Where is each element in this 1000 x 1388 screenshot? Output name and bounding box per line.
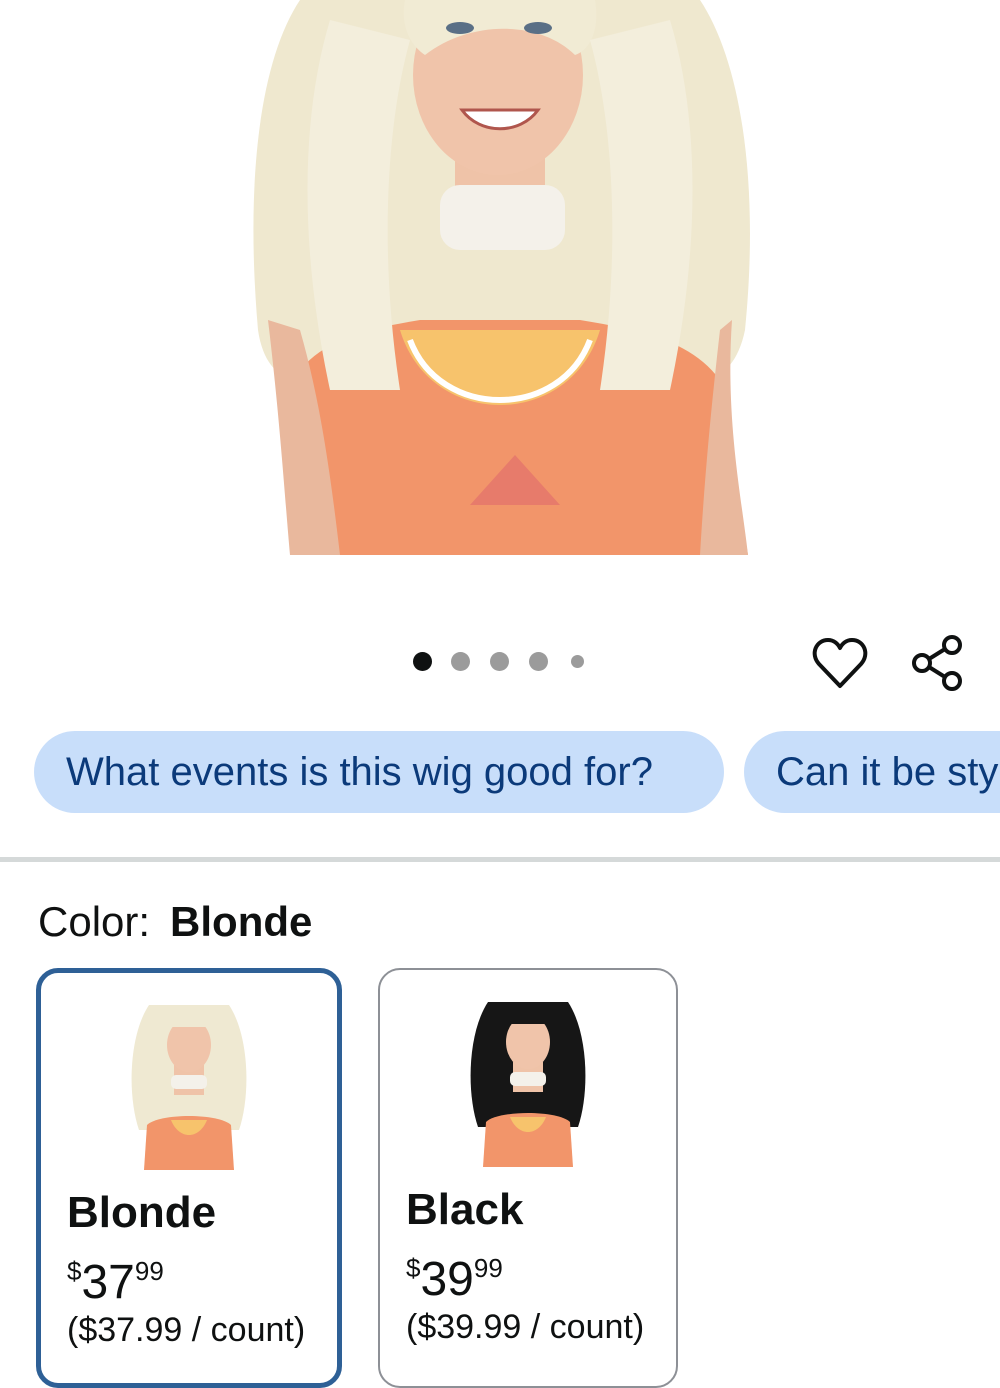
swatch-price: $3799 bbox=[67, 1243, 164, 1311]
swatch-price: $3999 bbox=[406, 1240, 503, 1308]
carousel-dot[interactable] bbox=[490, 652, 509, 671]
swatch-unit-price: ($39.99 / count) bbox=[406, 1308, 645, 1346]
suggestion-chip[interactable]: Can it be sty bbox=[744, 731, 1000, 813]
favorite-button[interactable] bbox=[812, 636, 868, 690]
swatch-name: Black bbox=[406, 1185, 524, 1234]
price-cents: 99 bbox=[134, 1256, 164, 1286]
swatch-thumbnail bbox=[131, 1005, 247, 1170]
share-button[interactable] bbox=[910, 634, 964, 692]
heart-icon bbox=[812, 638, 868, 688]
price-whole: 37 bbox=[81, 1256, 135, 1309]
carousel-dot[interactable] bbox=[413, 652, 432, 671]
carousel-dot[interactable] bbox=[571, 655, 584, 668]
color-swatch-blonde[interactable]: Blonde $3799 ($37.99 / count) bbox=[36, 968, 342, 1388]
suggestion-chip[interactable]: What events is this wig good for? bbox=[34, 731, 724, 813]
product-photo bbox=[0, 0, 1000, 600]
price-currency: $ bbox=[406, 1253, 421, 1283]
swatch-name: Blonde bbox=[67, 1188, 217, 1237]
section-divider bbox=[0, 857, 1000, 862]
swatch-thumbnail bbox=[470, 1002, 586, 1167]
price-whole: 39 bbox=[420, 1253, 474, 1306]
carousel-dot[interactable] bbox=[529, 652, 548, 671]
price-cents: 99 bbox=[473, 1253, 503, 1283]
product-image[interactable] bbox=[0, 0, 1000, 600]
carousel-dot[interactable] bbox=[451, 652, 470, 671]
price-currency: $ bbox=[67, 1256, 82, 1286]
share-icon bbox=[912, 635, 962, 691]
selected-color-value: Blonde bbox=[170, 898, 313, 945]
swatch-unit-price: ($37.99 / count) bbox=[67, 1311, 306, 1349]
color-label: Color: bbox=[38, 898, 151, 945]
color-swatch-black[interactable]: Black $3999 ($39.99 / count) bbox=[378, 968, 678, 1388]
suggestion-chip-label: Can it be sty bbox=[776, 750, 999, 794]
suggestion-chip-label: What events is this wig good for? bbox=[66, 750, 653, 794]
color-selection-label: Color: Blonde bbox=[38, 898, 312, 946]
